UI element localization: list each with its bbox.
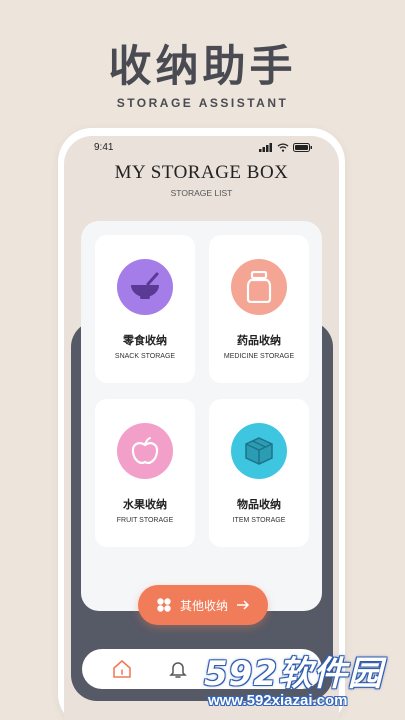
app-title: MY STORAGE BOX: [114, 162, 289, 183]
watermark-logo: 592软件园: [204, 654, 383, 694]
home-icon: [113, 659, 131, 678]
status-bar: 9:41: [64, 136, 339, 158]
promo-title: 收纳助手: [108, 42, 297, 92]
card-label: 水果收纳: [123, 498, 167, 511]
other-storage-button[interactable]: 其他收纳: [138, 585, 268, 625]
signal-icon: [259, 143, 272, 152]
card-label: 药品收纳: [237, 334, 281, 347]
storage-grid: 零食收纳 SNACK STORAGE 药品收纳 MEDICINE STORAGE: [81, 221, 322, 611]
item-storage-card[interactable]: 物品收纳 ITEM STORAGE: [209, 399, 309, 547]
phone-frame: 9:41 MY STORAGE BOX STORAGE LIST 零食收纳 SN…: [58, 128, 345, 720]
bell-icon: [169, 662, 187, 678]
card-sublabel: FRUIT STORAGE: [116, 517, 174, 524]
medicine-storage-card[interactable]: 药品收纳 MEDICINE STORAGE: [209, 235, 309, 383]
watermark-url: www.592xiazai.com: [208, 692, 348, 709]
wifi-icon: [277, 143, 289, 152]
arrow-right-icon: [237, 600, 250, 610]
promo-subtitle: STORAGE ASSISTANT: [116, 96, 289, 110]
tab-notifications[interactable]: [166, 657, 190, 681]
card-label: 零食收纳: [123, 334, 167, 347]
card-sublabel: MEDICINE STORAGE: [223, 353, 295, 360]
phone-screen: 9:41 MY STORAGE BOX STORAGE LIST 零食收纳 SN…: [64, 136, 339, 720]
status-time: 9:41: [94, 142, 114, 153]
card-sublabel: ITEM STORAGE: [232, 517, 286, 524]
app-subtitle: STORAGE LIST: [170, 188, 233, 198]
box-icon: [231, 423, 287, 479]
status-icons: [259, 143, 313, 152]
flower-icon: [157, 598, 171, 612]
card-sublabel: SNACK STORAGE: [114, 353, 176, 360]
card-label: 物品收纳: [237, 498, 281, 511]
site-watermark: 592软件园 www.592xiazai.com: [200, 644, 405, 720]
other-storage-label: 其他收纳: [179, 598, 228, 613]
snack-storage-card[interactable]: 零食收纳 SNACK STORAGE: [95, 235, 195, 383]
tab-home[interactable]: [110, 657, 134, 681]
bowl-icon: [117, 259, 173, 315]
fruit-storage-card[interactable]: 水果收纳 FRUIT STORAGE: [95, 399, 195, 547]
apple-icon: [117, 423, 173, 479]
battery-icon: [293, 143, 312, 152]
medicine-jar-icon: [231, 259, 287, 315]
